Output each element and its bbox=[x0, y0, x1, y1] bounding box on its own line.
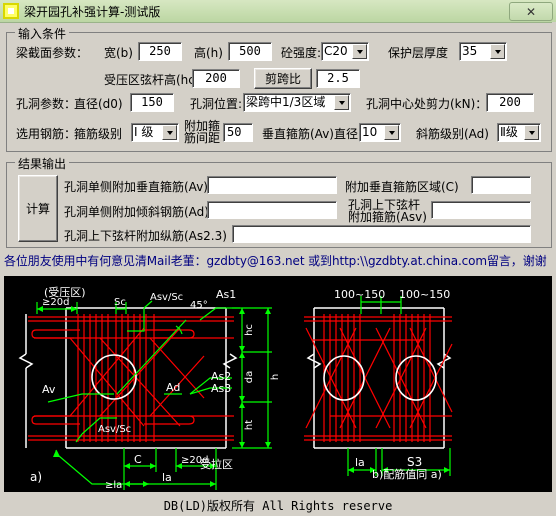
ad-diagram-label: Ad bbox=[166, 381, 180, 394]
dim-s3-label: S3 bbox=[407, 455, 422, 469]
da-label: da bbox=[244, 371, 255, 383]
stirrup-grade-select[interactable]: Ⅰ 级 bbox=[131, 123, 179, 142]
vertical-stirrups bbox=[77, 314, 155, 442]
asv-sc-bottom-label: Asv/Sc bbox=[98, 424, 131, 435]
view-b-label: b)配筋值同 a) bbox=[372, 467, 442, 481]
cover-thickness-label: 保护层厚度 bbox=[388, 46, 449, 60]
diagonal-grade-label: 斜筋级别(Ad) bbox=[416, 127, 489, 141]
spacing2-label: 100~150 bbox=[399, 288, 450, 301]
right-elevation-view: 100~150 100~150 la S3 b)配筋值同 a) bbox=[304, 288, 453, 481]
dim-la-b-label: la bbox=[355, 456, 365, 469]
chord-height-input[interactable]: 200 bbox=[192, 69, 240, 88]
cover-thickness-value: 35 bbox=[462, 44, 478, 58]
height-label: 高(h) bbox=[194, 46, 223, 60]
copyright-text: DB(LD)版权所有 All Rights reserve bbox=[163, 498, 393, 513]
as1-label: As1 bbox=[216, 288, 236, 301]
angle-45-label: 45° bbox=[190, 300, 208, 311]
width-label: 宽(b) bbox=[104, 46, 133, 60]
cover-thickness-select[interactable]: 35 bbox=[459, 42, 507, 61]
output-group-legend: 结果输出 bbox=[15, 155, 70, 172]
chevron-down-icon[interactable] bbox=[490, 44, 505, 59]
av-output bbox=[207, 176, 337, 194]
dim-20d-top-text: ≥20d bbox=[42, 297, 69, 308]
shear-span-ratio-value: 2.5 bbox=[316, 69, 360, 88]
title-bar: 梁开园孔补强计算-测试版 ✕ bbox=[0, 0, 556, 23]
vertical-stirrup-select[interactable]: 10 bbox=[359, 123, 401, 142]
chevron-down-icon[interactable] bbox=[334, 95, 349, 110]
tension-zone-label: 受拉区 bbox=[200, 457, 233, 471]
chevron-down-icon[interactable] bbox=[384, 125, 399, 140]
stirrup-hooks bbox=[31, 329, 195, 425]
region-c-output bbox=[471, 176, 531, 194]
as3-label: As3 bbox=[211, 382, 231, 395]
h-label: h bbox=[270, 374, 281, 380]
diameter-label: 直径(d0) bbox=[74, 97, 123, 111]
height-input[interactable]: 500 bbox=[228, 42, 272, 61]
concrete-grade-value: C20 bbox=[324, 44, 348, 58]
region-c-label: 附加垂直箍筋区域(C) bbox=[345, 180, 459, 194]
ht-label: ht bbox=[244, 420, 255, 430]
footer-bar: DB(LD)版权所有 All Rights reserve bbox=[0, 494, 556, 516]
hole-position-select[interactable]: 梁跨中1/3区域 bbox=[243, 93, 351, 112]
asv-label-line2: 附加箍筋(Asv) bbox=[348, 210, 427, 224]
width-input[interactable]: 250 bbox=[138, 42, 182, 61]
view-a-label: a) bbox=[30, 470, 42, 484]
reinforcement-diagram: (受压区) ≥20d ≥20d Sc Asv/Sc 45° As1 Av Ad … bbox=[4, 276, 552, 492]
spacing1-label: 100~150 bbox=[334, 288, 385, 301]
beam-outline-b bbox=[306, 307, 452, 449]
av-label: 孔洞单侧附加垂直箍筋(Av) bbox=[64, 180, 208, 194]
vertical-stirrup-label: 垂直箍筋(Av)直径 bbox=[262, 127, 358, 141]
beam-section-label: 梁截面参数： bbox=[16, 46, 89, 60]
shear-force-label: 孔洞中心处剪力(kN)： bbox=[366, 97, 488, 111]
diagonal-grade-select[interactable]: Ⅱ级 bbox=[497, 123, 541, 142]
stirrup-grade-value: Ⅰ 级 bbox=[134, 125, 154, 139]
close-button[interactable]: ✕ bbox=[509, 2, 553, 21]
chevron-down-icon[interactable] bbox=[524, 125, 539, 140]
concrete-grade-select[interactable]: C20 bbox=[321, 42, 369, 61]
diameter-input[interactable]: 150 bbox=[130, 93, 174, 112]
window-controls: ✕ bbox=[509, 2, 553, 21]
window-title: 梁开园孔补强计算-测试版 bbox=[24, 4, 161, 19]
window-right-edge bbox=[552, 22, 556, 494]
dim-ge-la-label: ≥la bbox=[105, 480, 122, 491]
extra-stirrup-spacing-label: 附加箍 筋间距 bbox=[184, 120, 220, 144]
chevron-down-icon[interactable] bbox=[352, 44, 367, 59]
stirrup-grade-label: 箍筋级别 bbox=[74, 127, 123, 141]
hole-position-value: 梁跨中1/3区域 bbox=[246, 95, 326, 109]
shear-force-input[interactable]: 200 bbox=[486, 93, 534, 112]
diagram-svg: (受压区) ≥20d ≥20d Sc Asv/Sc 45° As1 Av Ad … bbox=[18, 286, 453, 491]
rebar-selection-label: 选用钢筋： bbox=[16, 127, 77, 141]
diagonal-grade-value: Ⅱ级 bbox=[500, 125, 518, 139]
extra-stirrup-spacing-label-line2: 筋间距 bbox=[184, 131, 221, 145]
av-diagram-label: Av bbox=[42, 383, 56, 396]
asv-label: 孔洞上下弦杆 附加箍筋(Asv) bbox=[348, 199, 427, 223]
dim-la-bottom-label: la bbox=[162, 471, 172, 484]
dim-sc-label: Sc bbox=[114, 297, 126, 308]
concrete-grade-label: 砼强度: bbox=[281, 46, 322, 60]
as23-output bbox=[232, 225, 531, 243]
dim-c-label: C bbox=[134, 453, 142, 466]
vertical-stirrup-value: 10 bbox=[362, 125, 378, 139]
left-elevation-view: (受压区) ≥20d ≥20d Sc Asv/Sc 45° As1 Av Ad … bbox=[18, 286, 281, 491]
asv-sc-top-label: Asv/Sc bbox=[150, 292, 183, 303]
ad-output bbox=[207, 201, 337, 219]
chord-height-label: 受压区弦杆高(hc) bbox=[104, 73, 200, 87]
application-window: 梁开园孔补强计算-测试版 ✕ 输入条件 梁截面参数： 宽(b) 250 高(h)… bbox=[0, 0, 556, 516]
hc-label: hc bbox=[244, 324, 255, 336]
notice-text: 各位朋友使用中有何意见清Mail老董：gzdbty@163.net 或到http… bbox=[4, 254, 547, 268]
app-window-icon bbox=[3, 3, 19, 19]
chevron-down-icon[interactable] bbox=[162, 125, 177, 140]
hole-position-label: 孔洞位置: bbox=[190, 97, 243, 111]
as23-label: 孔洞上下弦杆附加纵筋(As2.3) bbox=[64, 229, 227, 243]
asv-output bbox=[431, 201, 531, 219]
calculate-button[interactable]: 计算 bbox=[18, 175, 58, 242]
extra-stirrup-spacing-input[interactable]: 50 bbox=[223, 123, 253, 142]
ad-label: 孔洞单侧附加倾斜钢筋(Ad) bbox=[64, 205, 209, 219]
input-group-legend: 输入条件 bbox=[15, 25, 70, 42]
hole-params-label: 孔洞参数： bbox=[16, 97, 77, 111]
shear-span-ratio-button[interactable]: 剪跨比 bbox=[254, 68, 312, 89]
beam-opening bbox=[91, 354, 137, 400]
